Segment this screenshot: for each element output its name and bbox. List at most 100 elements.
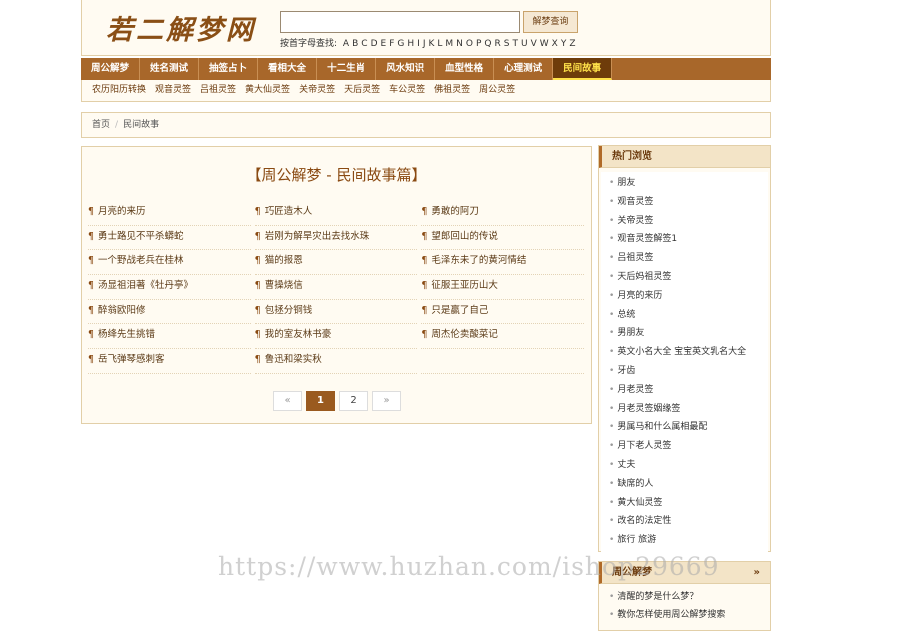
story-link[interactable]: 杨绛先生挑错 (98, 329, 155, 340)
breadcrumb-home-link[interactable]: 首页 (92, 120, 110, 130)
letter-link[interactable]: R (495, 39, 501, 49)
nav-item[interactable]: 民间故事 (553, 58, 613, 80)
subnav-item[interactable]: 农历阳历转换 (92, 80, 146, 101)
popular-item[interactable]: • 男属马和什么属相最配 (609, 418, 768, 437)
popular-item[interactable]: • 观音灵签 (609, 193, 768, 212)
popular-item[interactable]: • 月亮的来历 (609, 287, 768, 306)
story-link[interactable]: 岩刚为解旱灾出去找水珠 (265, 231, 370, 242)
story-link[interactable]: 望郎回山的传说 (431, 231, 498, 242)
story-link[interactable]: 勇士路见不平杀蟒蛇 (98, 231, 184, 242)
popular-item-label[interactable]: 丈夫 (617, 460, 635, 470)
popular-item-label[interactable]: 缺席的人 (617, 479, 653, 489)
letter-link[interactable]: B (352, 39, 358, 49)
popular-item[interactable]: • 改名的法定性 (609, 512, 768, 531)
popular-item[interactable]: • 英文小名大全 宝宝英文乳名大全 (609, 343, 768, 362)
letter-link[interactable]: Z (569, 39, 575, 49)
letter-link[interactable]: K (428, 39, 434, 49)
popular-item[interactable]: • 朋友 (609, 174, 768, 193)
more-link[interactable]: » (754, 562, 760, 584)
popular-item-label[interactable]: 吕祖灵签 (617, 253, 653, 263)
subnav-item[interactable]: 佛祖灵签 (434, 80, 470, 101)
letter-link[interactable]: Q (484, 39, 491, 49)
story-link[interactable]: 醉翁欧阳修 (98, 305, 146, 316)
letter-link[interactable]: F (389, 39, 394, 49)
letter-link[interactable]: L (437, 39, 442, 49)
story-link[interactable]: 岳飞弹琴感刺客 (98, 354, 165, 365)
letter-link[interactable]: C (361, 39, 367, 49)
popular-item-label[interactable]: 旅行 旅游 (617, 535, 656, 545)
popular-item-label[interactable]: 总统 (617, 310, 635, 320)
popular-item[interactable]: • 关帝灵签 (609, 212, 768, 231)
popular-item[interactable]: • 天后妈祖灵签 (609, 268, 768, 287)
story-link[interactable]: 只是赢了自己 (431, 305, 488, 316)
story-link[interactable]: 曹操烧信 (265, 280, 303, 291)
story-link[interactable]: 巧匠造木人 (265, 206, 313, 217)
story-link[interactable]: 周杰伦卖酸菜记 (431, 329, 498, 340)
story-link[interactable]: 毛泽东未了的黄河情结 (431, 255, 526, 266)
letter-link[interactable]: M (445, 39, 453, 49)
popular-item[interactable]: • 月下老人灵签 (609, 437, 768, 456)
popular-item-label[interactable]: 月亮的来历 (617, 291, 662, 301)
popular-item[interactable]: • 吕祖灵签 (609, 249, 768, 268)
letter-link[interactable]: H (407, 39, 414, 49)
letter-link[interactable]: V (531, 39, 537, 49)
popular-item-label[interactable]: 男朋友 (617, 328, 644, 338)
story-link[interactable]: 勇敢的阿刀 (431, 206, 479, 217)
story-link[interactable]: 我的室友林书豪 (265, 329, 332, 340)
dream-item[interactable]: • 教你怎样使用周公解梦搜索 (609, 606, 770, 624)
popular-item-label[interactable]: 月老灵签 (617, 385, 653, 395)
subnav-item[interactable]: 黄大仙灵签 (245, 80, 290, 101)
dream-item[interactable]: • 清醒的梦是什么梦？ (609, 588, 770, 606)
search-input[interactable] (280, 11, 520, 33)
subnav-item[interactable]: 吕祖灵签 (200, 80, 236, 101)
page-button[interactable]: 2 (339, 391, 368, 411)
popular-item[interactable]: • 牙齿 (609, 362, 768, 381)
subnav-item[interactable]: 关帝灵签 (299, 80, 335, 101)
prev-page-button[interactable]: « (273, 391, 302, 411)
story-link[interactable]: 一个野战老兵在桂林 (98, 255, 184, 266)
letter-link[interactable]: W (540, 39, 549, 49)
popular-item[interactable]: • 月老灵签姻缘签 (609, 400, 768, 419)
letter-link[interactable]: S (504, 39, 510, 49)
letter-link[interactable]: D (371, 39, 378, 49)
nav-item[interactable]: 风水知识 (376, 58, 436, 80)
popular-item-label[interactable]: 天后妈祖灵签 (617, 272, 671, 282)
popular-item[interactable]: • 黄大仙灵签 (609, 494, 768, 513)
letter-link[interactable]: I (417, 39, 420, 49)
letter-link[interactable]: X (552, 39, 558, 49)
letter-link[interactable]: U (521, 39, 528, 49)
page-button[interactable]: 1 (306, 391, 335, 411)
letter-link[interactable]: T (513, 39, 519, 49)
story-link[interactable]: 月亮的来历 (98, 206, 146, 217)
popular-item-label[interactable]: 牙齿 (617, 366, 635, 376)
popular-item[interactable]: • 缺席的人 (609, 475, 768, 494)
dream-item-label[interactable]: 清醒的梦是什么梦？ (617, 592, 698, 602)
popular-item-label[interactable]: 月老灵签姻缘签 (617, 404, 680, 414)
letter-link[interactable]: A (343, 39, 349, 49)
nav-item[interactable]: 十二生肖 (317, 58, 377, 80)
subnav-item[interactable]: 车公灵签 (389, 80, 425, 101)
story-link[interactable]: 猫的报恩 (265, 255, 303, 266)
popular-item[interactable]: • 丈夫 (609, 456, 768, 475)
subnav-item[interactable]: 观音灵签 (155, 80, 191, 101)
nav-item[interactable]: 抽签占卜 (199, 58, 259, 80)
site-logo[interactable]: 若二解梦网 (106, 8, 256, 47)
letter-link[interactable]: Y (561, 39, 567, 49)
popular-item-label[interactable]: 观音灵签解签1 (617, 234, 677, 244)
letter-link[interactable]: G (397, 39, 404, 49)
nav-item[interactable]: 血型性格 (435, 58, 495, 80)
nav-item[interactable]: 心理测试 (494, 58, 554, 80)
letter-link[interactable]: E (381, 39, 387, 49)
popular-item[interactable]: • 男朋友 (609, 324, 768, 343)
subnav-item[interactable]: 天后灵签 (344, 80, 380, 101)
letter-link[interactable]: P (476, 39, 481, 49)
popular-item-label[interactable]: 朋友 (617, 178, 635, 188)
letter-link[interactable]: N (456, 39, 463, 49)
nav-item[interactable]: 姓名测试 (140, 58, 200, 80)
popular-item[interactable]: • 总统 (609, 306, 768, 325)
letter-link[interactable]: J (423, 39, 426, 49)
nav-item[interactable]: 看相大全 (258, 58, 318, 80)
popular-item-label[interactable]: 关帝灵签 (617, 216, 653, 226)
search-button[interactable]: 解梦查询 (523, 11, 578, 33)
popular-item-label[interactable]: 男属马和什么属相最配 (617, 422, 707, 432)
